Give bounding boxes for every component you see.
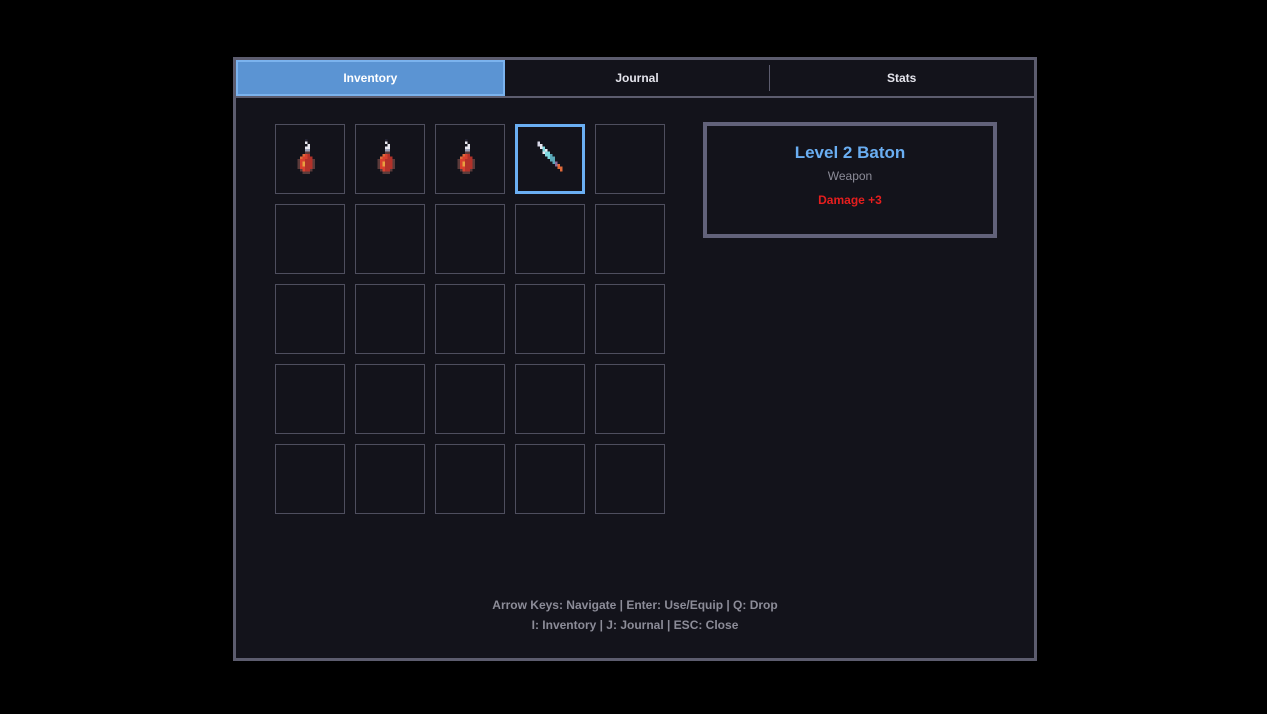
- inventory-slot[interactable]: [515, 364, 585, 434]
- inventory-slot[interactable]: [275, 364, 345, 434]
- item-stat: Damage +3: [818, 193, 882, 207]
- inventory-slot[interactable]: [355, 364, 425, 434]
- inventory-slot[interactable]: [515, 204, 585, 274]
- inventory-slot[interactable]: [275, 284, 345, 354]
- inventory-grid: [275, 124, 665, 514]
- tab-bar: Inventory Journal Stats: [236, 60, 1034, 98]
- inventory-panel: Inventory Journal Stats Level 2 Baton We…: [233, 57, 1037, 661]
- tab-inventory[interactable]: Inventory: [236, 60, 505, 96]
- item-details-box: Level 2 Baton Weapon Damage +3: [703, 122, 997, 238]
- red-potion-icon: [377, 139, 395, 174]
- inventory-slot[interactable]: [595, 364, 665, 434]
- inventory-slot[interactable]: [595, 284, 665, 354]
- inventory-slot[interactable]: [435, 124, 505, 194]
- item-type: Weapon: [827, 169, 873, 183]
- inventory-slot[interactable]: [275, 444, 345, 514]
- inventory-slot[interactable]: [435, 204, 505, 274]
- inventory-slot[interactable]: [435, 284, 505, 354]
- controls-help-line-2: I: Inventory | J: Journal | ESC: Close: [531, 618, 739, 632]
- red-potion-icon: [297, 139, 315, 174]
- inventory-slot[interactable]: [355, 204, 425, 274]
- inventory-slot[interactable]: [435, 444, 505, 514]
- inventory-slot[interactable]: [435, 364, 505, 434]
- inventory-slot[interactable]: [515, 284, 585, 354]
- item-name: Level 2 Baton: [794, 143, 906, 162]
- inventory-slot[interactable]: [515, 444, 585, 514]
- tab-stats[interactable]: Stats: [769, 60, 1034, 96]
- inventory-slot-selected[interactable]: [515, 124, 585, 194]
- controls-help-line-1: Arrow Keys: Navigate | Enter: Use/Equip …: [492, 598, 778, 612]
- inventory-slot[interactable]: [595, 124, 665, 194]
- inventory-slot[interactable]: [355, 284, 425, 354]
- inventory-slot[interactable]: [275, 204, 345, 274]
- inventory-slot[interactable]: [275, 124, 345, 194]
- inventory-slot[interactable]: [355, 124, 425, 194]
- tab-journal[interactable]: Journal: [505, 60, 770, 96]
- inventory-slot[interactable]: [355, 444, 425, 514]
- inventory-slot[interactable]: [595, 204, 665, 274]
- baton-weapon-icon: [537, 141, 563, 172]
- red-potion-icon: [457, 139, 475, 174]
- inventory-slot[interactable]: [595, 444, 665, 514]
